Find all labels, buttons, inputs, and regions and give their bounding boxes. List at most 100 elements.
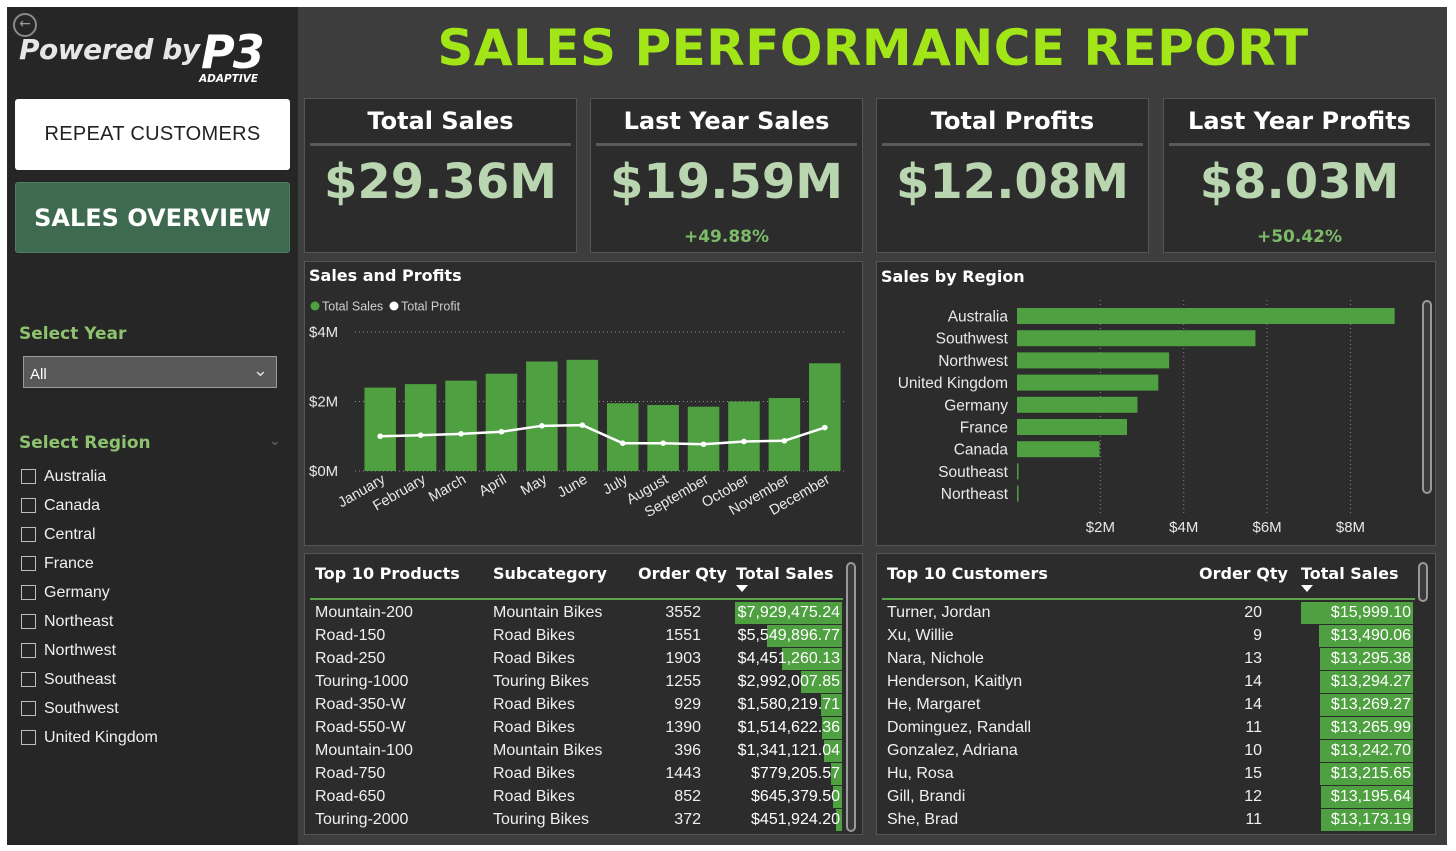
- table-row[interactable]: He, Margaret 14 $13,269.27: [877, 694, 1422, 717]
- sales-bar[interactable]: [687, 406, 720, 471]
- profit-point[interactable]: [700, 441, 707, 448]
- top-products-table[interactable]: Top 10 Products Subcategory Order Qty To…: [304, 553, 863, 835]
- table-row[interactable]: Mountain-200 Mountain Bikes 3552 $7,929,475…: [305, 602, 850, 625]
- profit-point[interactable]: [660, 440, 666, 446]
- repeat-customers-button[interactable]: REPEAT CUSTOMERS: [15, 99, 290, 170]
- profit-point[interactable]: [741, 438, 747, 445]
- table-row[interactable]: Turner, Jordan 20 $15,999.10: [877, 602, 1422, 625]
- region-option[interactable]: Canada: [21, 491, 271, 520]
- kpi-card-total-profits[interactable]: Total Profits $12.08M: [876, 98, 1149, 253]
- table-row[interactable]: Touring-1000 Touring Bikes 1255 $2,992,007.…: [305, 671, 850, 694]
- table-row[interactable]: Touring-2000 Touring Bikes 372 $451,924.20: [305, 809, 850, 832]
- column-header-order-qty[interactable]: Order Qty: [1199, 564, 1288, 583]
- checkbox[interactable]: [21, 527, 36, 542]
- sales-bar[interactable]: [768, 398, 801, 471]
- table-row[interactable]: Mountain-100 Mountain Bikes 396 $1,341,121.…: [305, 740, 850, 763]
- checkbox[interactable]: [21, 469, 36, 484]
- profit-point[interactable]: [619, 440, 626, 446]
- table-row[interactable]: Nara, Nichole 13 $13,295.38: [877, 648, 1422, 671]
- profit-point[interactable]: [781, 437, 788, 444]
- table-row[interactable]: Road-750 Road Bikes 1443 $779,205.57: [305, 763, 850, 786]
- sales-bar[interactable]: [485, 373, 518, 471]
- checkbox[interactable]: [21, 730, 36, 745]
- region-bar[interactable]: [1017, 330, 1256, 347]
- column-header-total-sales[interactable]: Total Sales: [736, 564, 833, 583]
- table-row[interactable]: Dominguez, Randall 11 $13,265.99: [877, 717, 1422, 740]
- sales-by-region-chart[interactable]: $2M $4M $6M $8M Australia Southwest Northwest U…: [877, 262, 1435, 545]
- table-row[interactable]: Hu, Rosa 15 $13,215.65: [877, 763, 1422, 786]
- checkbox[interactable]: [21, 614, 36, 629]
- table-row[interactable]: Henderson, Kaitlyn 14 $13,294.27: [877, 671, 1422, 694]
- sales-bar[interactable]: [364, 387, 396, 471]
- table-scrollbar[interactable]: [846, 562, 856, 832]
- column-header-customer[interactable]: Top 10 Customers: [887, 564, 1048, 583]
- profit-point[interactable]: [377, 433, 384, 440]
- region-option[interactable]: Australia: [21, 462, 271, 491]
- table-row[interactable]: Gill, Brandi 12 $13,195.64: [877, 786, 1422, 809]
- region-bar[interactable]: [1017, 374, 1159, 391]
- chevron-down-icon[interactable]: ⌄: [253, 360, 268, 381]
- kpi-card-last-year-profits[interactable]: Last Year Profits $8.03M +50.42%: [1163, 98, 1436, 253]
- table-row[interactable]: Road-350-W Road Bikes 929 $1,580,219.71: [305, 694, 850, 717]
- table-row[interactable]: Road-650 Road Bikes 852 $645,379.50: [305, 786, 850, 809]
- checkbox[interactable]: [21, 498, 36, 513]
- region-option[interactable]: Northwest: [21, 636, 271, 665]
- region-bar[interactable]: [1017, 352, 1170, 369]
- region-bar[interactable]: [1017, 441, 1100, 458]
- column-header-product[interactable]: Top 10 Products: [315, 564, 460, 583]
- sales-bar[interactable]: [445, 380, 477, 471]
- profit-point[interactable]: [417, 432, 424, 439]
- table-row[interactable]: Road-250 Road Bikes 1903 $4,451,260.13: [305, 648, 850, 671]
- region-option[interactable]: France: [21, 549, 271, 578]
- sales-overview-button[interactable]: SALES OVERVIEW: [15, 182, 290, 253]
- table-row[interactable]: Gonzalez, Adriana 10 $13,242.70: [877, 740, 1422, 763]
- region-bar[interactable]: [1017, 396, 1138, 413]
- sales-bar[interactable]: [526, 361, 558, 471]
- region-option[interactable]: Southeast: [21, 665, 271, 694]
- profit-point[interactable]: [498, 428, 505, 435]
- chevron-down-icon[interactable]: ⌄: [269, 433, 281, 449]
- kpi-card-total-sales[interactable]: Total Sales $29.36M: [304, 98, 577, 253]
- column-header-subcategory[interactable]: Subcategory: [493, 564, 607, 583]
- table-row[interactable]: She, Brad 11 $13,173.19: [877, 809, 1422, 832]
- sales-bar[interactable]: [404, 384, 437, 471]
- sales-by-region-chart-panel[interactable]: Sales by Region $2M $4M $6M $8M Australia Sou…: [876, 261, 1436, 546]
- region-bar[interactable]: [1017, 419, 1128, 435]
- sales-bar[interactable]: [809, 363, 841, 471]
- column-header-total-sales[interactable]: Total Sales: [1301, 564, 1398, 583]
- checkbox[interactable]: [21, 556, 36, 571]
- subcategory: Road Bikes: [493, 627, 575, 644]
- region-option[interactable]: United Kingdom: [21, 723, 271, 752]
- profit-point[interactable]: [539, 423, 545, 429]
- checkbox[interactable]: [21, 701, 36, 716]
- chart-scrollbar[interactable]: [1422, 300, 1432, 494]
- year-dropdown[interactable]: All ⌄: [23, 356, 277, 388]
- checkbox[interactable]: [21, 672, 36, 687]
- sales-bar[interactable]: [728, 401, 760, 472]
- profit-point[interactable]: [579, 422, 586, 428]
- sort-desc-icon[interactable]: [736, 585, 748, 592]
- region-bar[interactable]: [1017, 463, 1019, 480]
- top-customers-table[interactable]: Top 10 Customers Order Qty Total Sales T…: [876, 553, 1436, 835]
- checkbox[interactable]: [21, 643, 36, 658]
- table-scrollbar[interactable]: [1418, 562, 1428, 602]
- profit-point[interactable]: [821, 424, 828, 431]
- sales-profits-chart-panel[interactable]: Sales and Profits Total Sales Total Profi…: [304, 261, 863, 546]
- region-option[interactable]: Northeast: [21, 607, 271, 636]
- region-option[interactable]: Central: [21, 520, 271, 549]
- column-header-order-qty[interactable]: Order Qty: [638, 564, 727, 583]
- sales-profits-chart[interactable]: Total Sales Total Profit$0M$2M$4MJanuaryF…: [305, 262, 862, 545]
- table-row[interactable]: Road-150 Road Bikes 1551 $5,549,896.77: [305, 625, 850, 648]
- sales-bar[interactable]: [647, 404, 679, 471]
- region-option[interactable]: Southwest: [21, 694, 271, 723]
- sales-bar[interactable]: [566, 359, 599, 471]
- table-row[interactable]: Xu, Willie 9 $13,490.06: [877, 625, 1422, 648]
- region-bar[interactable]: [1017, 485, 1019, 502]
- checkbox[interactable]: [21, 585, 36, 600]
- region-option[interactable]: Germany: [21, 578, 271, 607]
- sort-desc-icon[interactable]: [1301, 585, 1313, 592]
- profit-point[interactable]: [458, 431, 464, 437]
- region-bar[interactable]: [1017, 308, 1395, 324]
- kpi-card-last-year-sales[interactable]: Last Year Sales $19.59M +49.88%: [590, 98, 863, 253]
- table-row[interactable]: Road-550-W Road Bikes 1390 $1,514,622.36: [305, 717, 850, 740]
